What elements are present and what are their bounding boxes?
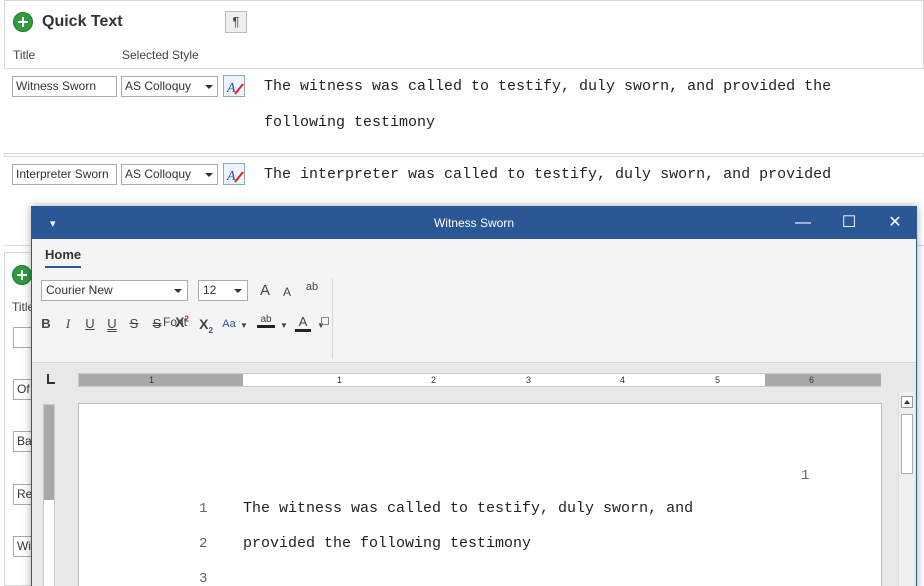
group-separator (332, 279, 333, 359)
style-select[interactable]: AS Colloquy (121, 164, 218, 185)
vertical-scrollbar[interactable] (898, 392, 914, 586)
chevron-down-icon[interactable]: ▼ (240, 321, 248, 330)
ribbon: Home Courier New 12 A A ab B I U U S S X… (32, 239, 916, 363)
font-dialog-launcher-icon[interactable] (321, 317, 329, 325)
ruler-number: 3 (526, 375, 532, 385)
style-select-value: AS Colloquy (125, 167, 192, 181)
style-brush-icon: A (226, 169, 244, 184)
title-field[interactable]: Interpreter Sworn (12, 164, 117, 185)
title-field[interactable]: Witness Sworn (12, 76, 117, 97)
horizontal-ruler[interactable]: 1 1 2 3 4 5 6 (78, 373, 881, 387)
clear-format-icon[interactable]: ab (302, 281, 322, 293)
tab-stop-icon[interactable] (47, 374, 55, 384)
title-column-label: Title (13, 48, 36, 62)
dialog-titlebar[interactable]: ▾ Witness Sworn — ☐ ✕ (32, 207, 916, 239)
top-margin (44, 405, 54, 500)
ruler-number: 2 (431, 375, 437, 385)
line-number: 3 (199, 571, 208, 586)
vertical-ruler[interactable] (43, 404, 55, 586)
ruler-number: 1 (337, 375, 343, 385)
quick-text-line-1: The witness was called to testify, duly … (264, 78, 832, 95)
ruler-number: 5 (715, 375, 721, 385)
tab-home[interactable]: Home (45, 247, 82, 268)
chevron-down-icon (234, 289, 242, 293)
maximize-button[interactable]: ☐ (826, 207, 872, 239)
font-size-select[interactable]: 12 (198, 280, 248, 301)
font-name-value: Courier New (46, 283, 113, 297)
line-number: 2 (199, 536, 208, 552)
double-underline-icon[interactable]: U (106, 316, 118, 331)
add-quick-text-button[interactable] (12, 265, 32, 285)
font-color-icon[interactable]: A (295, 314, 311, 332)
edit-style-button[interactable]: A (223, 75, 245, 97)
style-brush-icon: A (226, 81, 244, 96)
close-button[interactable]: ✕ (872, 207, 916, 239)
highlight-icon[interactable]: ab (257, 314, 275, 328)
shrink-font-icon[interactable]: A (280, 285, 294, 299)
line-number: 1 (199, 501, 208, 517)
quick-text-row: Witness Sworn AS Colloquy A The witness … (4, 68, 924, 154)
italic-icon[interactable]: I (62, 316, 74, 332)
ruler-number: 4 (620, 375, 626, 385)
svg-text:A: A (226, 169, 236, 184)
grow-font-icon[interactable]: A (257, 282, 273, 299)
paragraph-marks-button[interactable]: ¶ (225, 11, 247, 33)
minimize-button[interactable]: — (780, 207, 826, 239)
chevron-down-icon (205, 173, 213, 177)
left-margin (79, 374, 243, 386)
quick-text-line-1: The interpreter was called to testify, d… (264, 166, 832, 183)
underline-icon[interactable]: U (84, 316, 96, 331)
strikethrough-icon[interactable]: S (128, 316, 140, 331)
document-line[interactable]: The witness was called to testify, duly … (243, 500, 693, 517)
edit-style-button[interactable]: A (223, 163, 245, 185)
document-line[interactable]: provided the following testimony (243, 535, 531, 552)
ruler-number: 6 (809, 375, 815, 385)
double-strikethrough-icon[interactable]: S (151, 316, 163, 331)
page-number: 1 (801, 468, 810, 484)
style-column-label: Selected Style (122, 48, 199, 62)
change-case-icon[interactable]: Aa (220, 318, 238, 330)
scroll-thumb[interactable] (901, 414, 913, 474)
bold-icon[interactable]: B (40, 316, 52, 331)
scroll-up-button[interactable] (901, 396, 913, 408)
chevron-down-icon (205, 85, 213, 89)
document-page[interactable]: 1 1 The witness was called to testify, d… (78, 403, 882, 586)
subscript-icon[interactable]: X2 (197, 316, 215, 335)
add-quick-text-button[interactable] (13, 12, 33, 32)
right-margin (765, 374, 881, 386)
svg-text:A: A (226, 81, 236, 96)
panel-title: Quick Text (42, 13, 123, 30)
editor-dialog: ▾ Witness Sworn — ☐ ✕ Home Courier New 1… (31, 206, 917, 586)
font-name-select[interactable]: Courier New (41, 280, 188, 301)
font-size-value: 12 (203, 283, 217, 297)
chevron-down-icon[interactable]: ▼ (280, 321, 288, 330)
quick-text-line-2: following testimony (264, 114, 436, 131)
font-group-label: Font (163, 315, 188, 329)
app-root: Quick Text ¶ Title Selected Style Witnes… (0, 0, 924, 586)
ruler-number: 1 (149, 375, 155, 385)
style-select[interactable]: AS Colloquy (121, 76, 218, 97)
style-select-value: AS Colloquy (125, 79, 192, 93)
chevron-down-icon (174, 289, 182, 293)
